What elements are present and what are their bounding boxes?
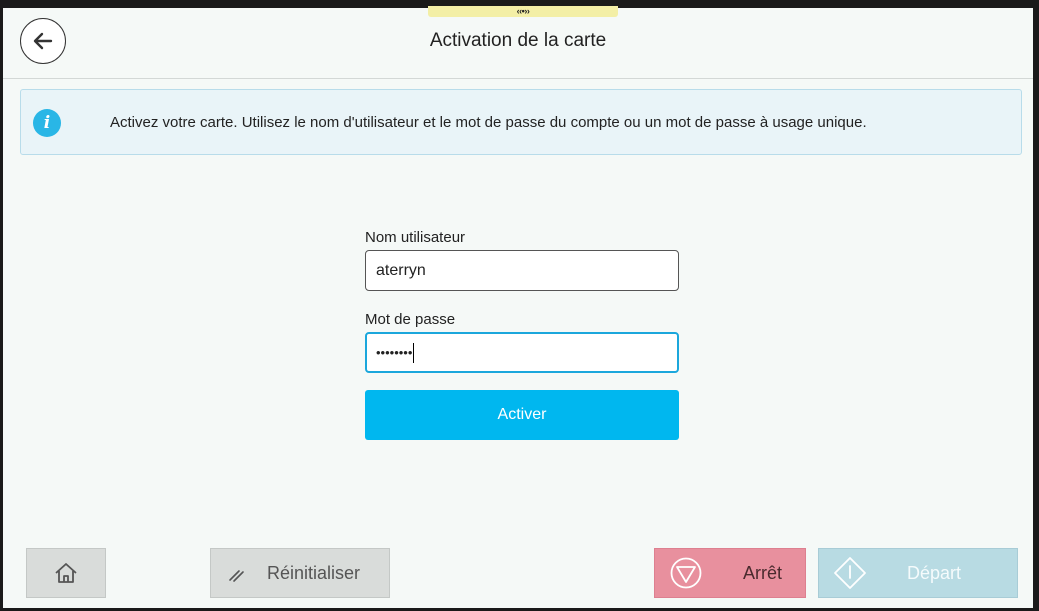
info-icon: i [33,109,61,137]
reset-icon [229,570,244,582]
home-icon [55,563,77,583]
username-value: aterryn [376,261,426,279]
info-message: Activez votre carte. Utilisez le nom d'u… [110,114,867,131]
home-button[interactable] [26,548,106,598]
text-cursor [413,342,415,363]
stop-label: Arrêt [743,562,783,583]
page-title: Activation de la carte [429,30,607,51]
password-value: •••••••• [376,345,413,360]
start-icon [834,557,866,589]
reset-button[interactable]: Réinitialiser [210,548,390,598]
username-input[interactable]: aterryn [365,250,679,291]
stop-icon [670,557,702,589]
header: Activation de la carte [3,8,1033,79]
start-button[interactable]: Départ [818,548,1018,598]
activate-button[interactable]: Activer [365,390,679,440]
reset-label: Réinitialiser [267,562,361,583]
info-banner: i Activez votre carte. Utilisez le nom d… [20,89,1022,155]
username-label: Nom utilisateur [365,229,466,246]
password-label: Mot de passe [365,311,456,328]
panel-screen: Activation de la carte i Activez votre c… [3,8,1033,608]
stop-button[interactable]: Arrêt [654,548,806,598]
start-label: Départ [907,562,962,583]
top-handle[interactable]: ‹‹•›› [428,6,618,17]
password-input[interactable]: •••••••• [365,332,679,373]
